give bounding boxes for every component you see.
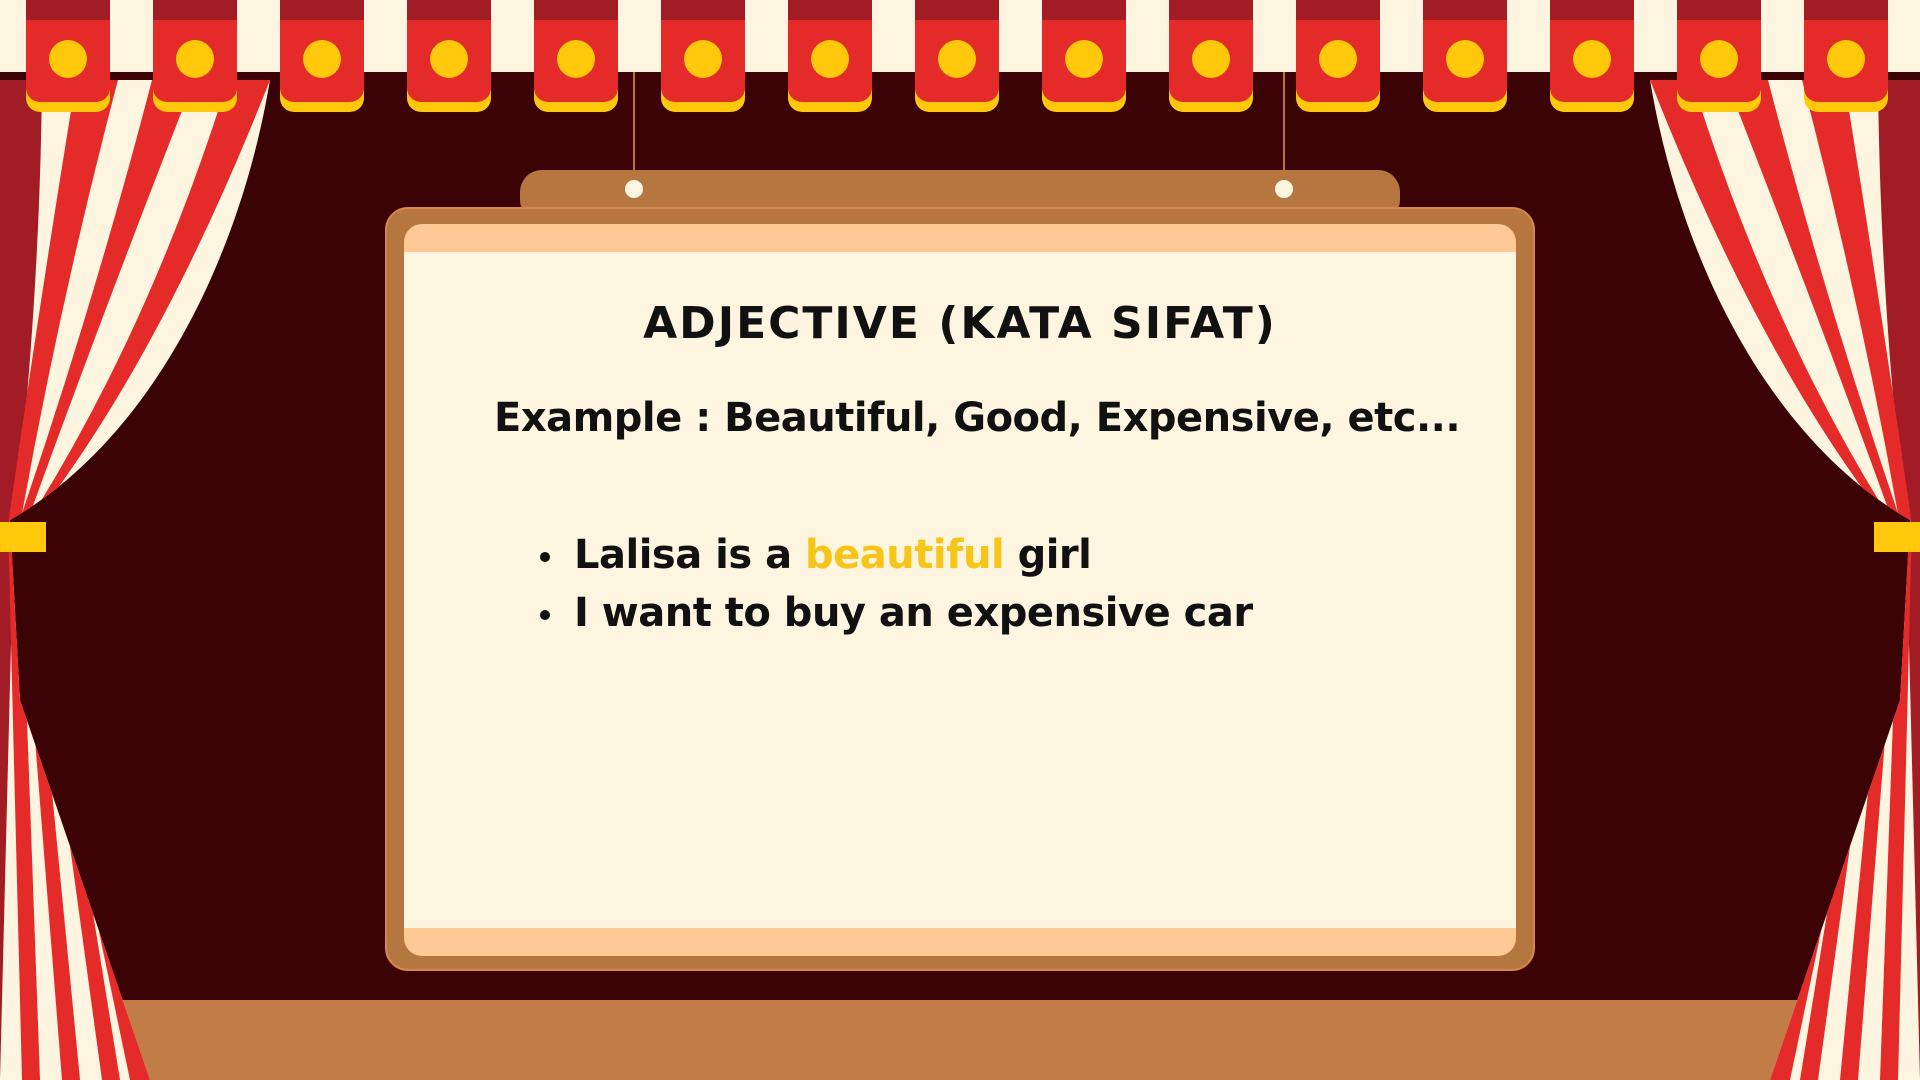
example-sentence-1: Lalisa is a beautiful girl	[540, 526, 1253, 584]
valance-flap	[1423, 0, 1507, 112]
valance-flap	[1042, 0, 1126, 112]
valance-flap	[1677, 0, 1761, 112]
valance-flap	[1169, 0, 1253, 112]
valance-flap	[915, 0, 999, 112]
valance-flap	[26, 0, 110, 112]
highlighted-adjective: beautiful	[805, 532, 1005, 578]
top-valance	[0, 0, 1920, 112]
valance-flap	[1550, 0, 1634, 112]
slide-title: ADJECTIVE (KATA SIFAT)	[643, 298, 1277, 349]
example-sentence-2: I want to buy an expensive car	[540, 584, 1253, 642]
stage-floor	[0, 1000, 1920, 1080]
valance-flap	[534, 0, 618, 112]
sentence-text: girl	[1004, 532, 1092, 578]
valance-flap	[153, 0, 237, 112]
left-curtain-tie	[0, 522, 46, 552]
sentence-text: Lalisa is a	[574, 532, 805, 578]
valance-flap	[1804, 0, 1888, 112]
right-curtain-tie	[1874, 522, 1920, 552]
example-line: Example : Beautiful, Good, Expensive, et…	[494, 395, 1461, 441]
valance-flap	[280, 0, 364, 112]
valance-flap	[661, 0, 745, 112]
example-sentences: Lalisa is a beautiful girl I want to buy…	[540, 526, 1253, 642]
valance-flap	[1296, 0, 1380, 112]
valance-flap	[407, 0, 491, 112]
valance-flap	[788, 0, 872, 112]
sentence-text: I want to buy an expensive car	[574, 590, 1253, 636]
